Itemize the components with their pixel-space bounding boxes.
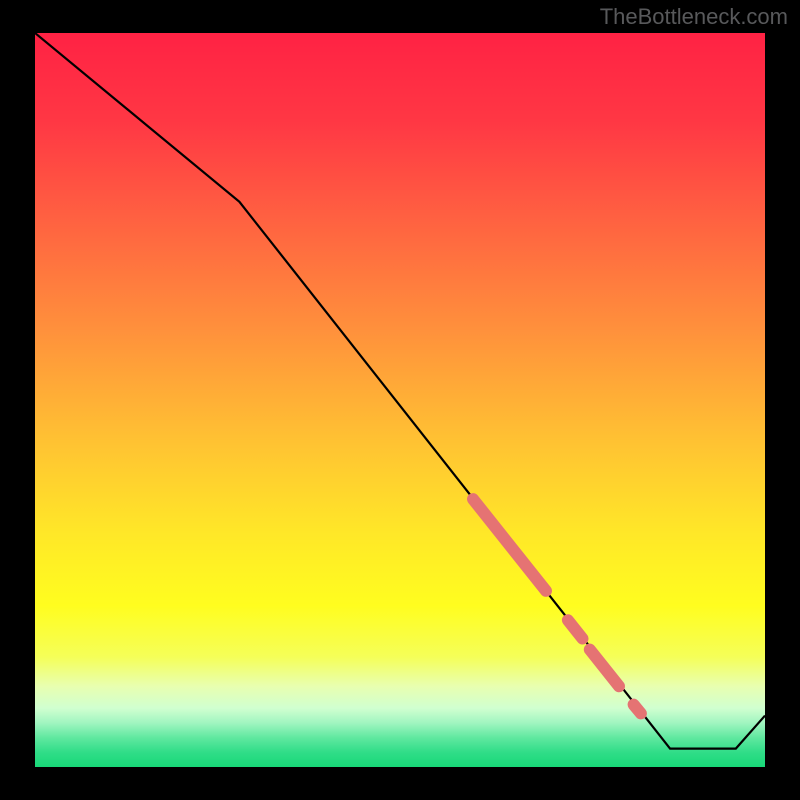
plot-area [35,33,765,767]
curve-layer [35,33,765,767]
bottleneck-curve [35,33,765,749]
chart-container: TheBottleneck.com [0,0,800,800]
watermark-text: TheBottleneck.com [600,4,788,30]
